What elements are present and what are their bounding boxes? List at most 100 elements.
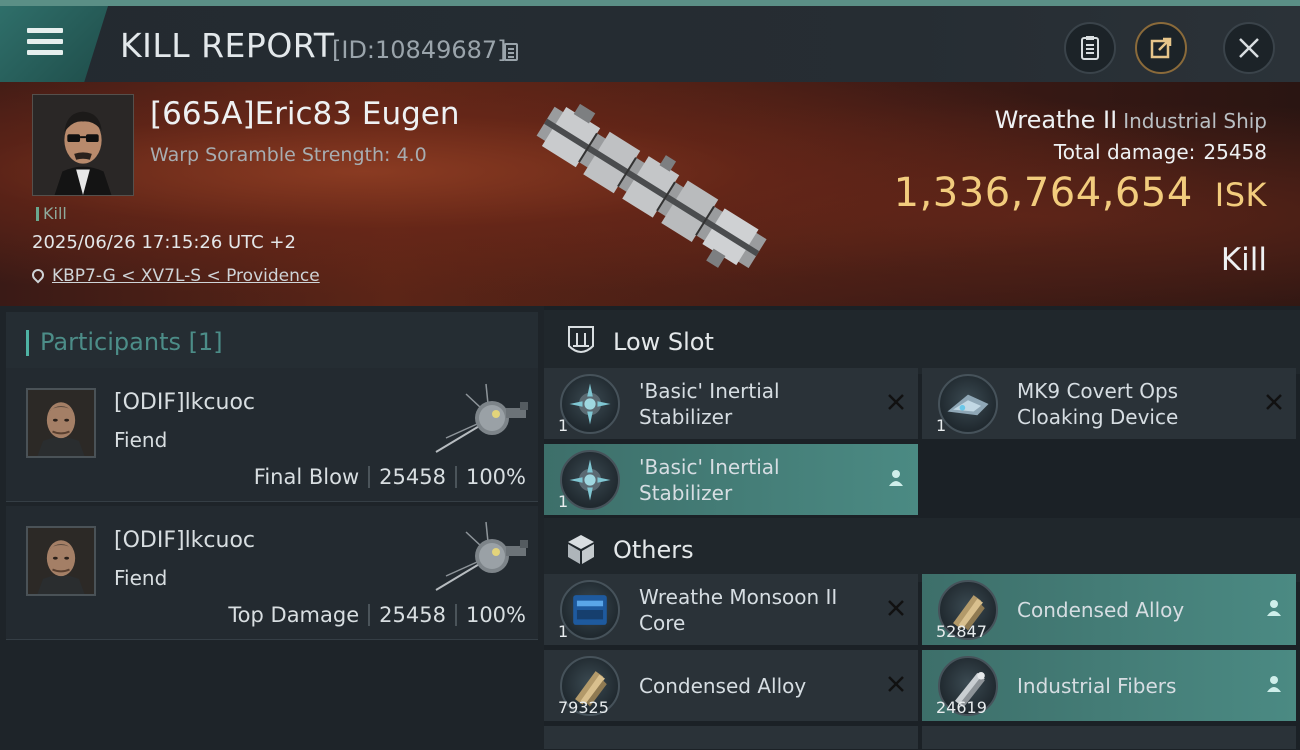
participants-panel: Participants [1] [ODIF]lkcuoc Fiend Fina… — [0, 306, 544, 750]
cargo-item[interactable]: 24619 Industrial Fibers — [922, 650, 1296, 722]
portrait-image — [28, 390, 94, 456]
map-pin-icon — [29, 266, 47, 284]
participant-role: Final Blow — [253, 465, 360, 489]
participant-name[interactable]: [ODIF]lkcuoc — [114, 528, 255, 553]
participant-avatar[interactable] — [26, 388, 96, 458]
copy-icon[interactable] — [504, 43, 518, 61]
report-id: [ID:10849687] — [332, 36, 507, 64]
item-quantity: 24619 — [936, 698, 987, 717]
cargo-item[interactable]: 52847 Condensed Alloy — [922, 574, 1296, 646]
item-name: 'Basic' Inertial Stabilizer — [639, 379, 780, 429]
person-icon — [1267, 600, 1281, 616]
participant-row[interactable]: [ODIF]lkcuoc Fiend Final Blow 25458 100% — [6, 368, 538, 502]
item-name: Condensed Alloy — [639, 674, 807, 698]
x-icon — [888, 676, 904, 692]
participant-role: Top Damage — [228, 603, 360, 627]
participant-name[interactable]: [ODIF]lkcuoc — [114, 390, 255, 415]
share-button[interactable] — [1135, 22, 1187, 74]
location-text: KBP7-G < XV7L-S < Providence — [52, 266, 320, 286]
victim-name[interactable]: [665A]Eric83 Eugen — [150, 96, 460, 132]
core-icon — [560, 580, 620, 640]
x-icon — [888, 600, 904, 616]
inertial-stabilizer-icon — [560, 374, 620, 434]
victim-ship-type: Wreathe II Industrial Ship — [995, 106, 1267, 134]
participant-ship: Fiend — [114, 428, 168, 452]
kill-location-link[interactable]: KBP7-G < XV7L-S < Providence — [29, 266, 320, 286]
divider — [368, 604, 371, 626]
person-icon — [1267, 676, 1281, 692]
participant-stats: Top Damage 25458 100% — [228, 603, 526, 627]
ship-class: Industrial Ship — [1123, 109, 1267, 133]
total-damage-value: 25458 — [1203, 140, 1267, 164]
isk-value: 1,336,764,654 ISK — [894, 170, 1267, 216]
cargo-item-partial[interactable] — [544, 726, 918, 750]
total-damage-label: Total damage: — [1053, 140, 1196, 164]
cargo-item-partial[interactable] — [922, 726, 1296, 750]
low-slot-header: Low Slot — [544, 310, 1300, 374]
kill-datetime: 2025/06/26 17:15:26 UTC +2 — [32, 232, 296, 253]
participant-ship: Fiend — [114, 566, 168, 590]
participant-damage: 25458 — [379, 465, 446, 489]
divider — [454, 466, 457, 488]
participant-row[interactable]: [ODIF]lkcuoc Fiend Top Damage 25458 100% — [6, 506, 538, 640]
module-item[interactable]: 1 MK9 Covert Ops Cloaking Device — [922, 368, 1296, 440]
share-icon — [1150, 37, 1172, 59]
top-bar: KILL REPORT [ID:10849687] — [0, 0, 1300, 82]
isk-unit: ISK — [1214, 176, 1267, 214]
victim-ship-image — [536, 103, 767, 269]
clipboard-icon — [1081, 36, 1099, 60]
participant-avatar[interactable] — [26, 526, 96, 596]
inertial-stabilizer-icon — [560, 450, 620, 510]
participant-percent: 100% — [465, 603, 526, 627]
header-accent-bar — [26, 330, 29, 356]
kill-report-screen: KILL REPORT [ID:10849687] [665A]Eric83 E… — [0, 0, 1300, 750]
cargo-item[interactable]: 1 Wreathe Monsoon II Core — [544, 574, 918, 646]
item-name: 'Basic' Inertial Stabilizer — [639, 455, 780, 505]
page-title: KILL REPORT — [120, 26, 335, 65]
victim-banner: [665A]Eric83 Eugen Warp Soramble Strengt… — [0, 82, 1300, 306]
divider — [368, 466, 371, 488]
ship-name: Wreathe II — [994, 106, 1118, 134]
portrait-image — [28, 528, 94, 594]
person-icon — [889, 470, 903, 486]
low-slot-icon — [568, 326, 594, 353]
divider — [454, 604, 457, 626]
isk-amount: 1,336,764,654 — [893, 170, 1193, 216]
result-label: Kill — [1220, 242, 1267, 278]
item-name: Industrial Fibers — [1017, 674, 1177, 698]
participant-stats: Final Blow 25458 100% — [254, 465, 526, 489]
close-icon — [1239, 38, 1259, 58]
x-icon — [888, 394, 904, 410]
item-quantity: 1 — [936, 416, 947, 435]
others-title: Others — [613, 536, 694, 564]
item-quantity: 79325 — [558, 698, 609, 717]
item-name: Condensed Alloy — [1017, 598, 1185, 622]
cargo-item[interactable]: 79325 Condensed Alloy — [544, 650, 918, 722]
item-name: MK9 Covert Ops Cloaking Device — [1017, 379, 1179, 429]
warp-scramble-strength: Warp Soramble Strength: 4.0 — [150, 144, 427, 166]
menu-button[interactable] — [0, 6, 108, 82]
participants-title: Participants [1] — [40, 328, 223, 356]
total-damage: Total damage: 25458 — [1054, 140, 1267, 164]
x-icon — [1266, 394, 1282, 410]
low-slot-title: Low Slot — [613, 328, 714, 356]
participant-ship-image — [435, 383, 528, 453]
others-header: Others — [544, 518, 1300, 582]
module-item[interactable]: 1 'Basic' Inertial Stabilizer — [544, 444, 918, 516]
kill-tag: Kill — [36, 204, 67, 223]
fitting-panel: Low Slot 1 'Basic' Inertial Stabilizer 1 … — [544, 306, 1300, 750]
item-quantity: 1 — [558, 416, 569, 435]
notes-button[interactable] — [1064, 22, 1116, 74]
close-button[interactable] — [1223, 22, 1275, 74]
item-quantity: 1 — [558, 622, 569, 641]
item-quantity: 1 — [558, 492, 569, 511]
victim-avatar[interactable] — [32, 94, 134, 196]
participants-header: Participants [1] — [6, 312, 538, 370]
participant-damage: 25458 — [379, 603, 446, 627]
cloaking-device-icon — [938, 374, 998, 434]
participant-percent: 100% — [465, 465, 526, 489]
cube-icon — [568, 535, 594, 564]
module-item[interactable]: 1 'Basic' Inertial Stabilizer — [544, 368, 918, 440]
participant-ship-image — [435, 521, 528, 591]
item-quantity: 52847 — [936, 622, 987, 641]
